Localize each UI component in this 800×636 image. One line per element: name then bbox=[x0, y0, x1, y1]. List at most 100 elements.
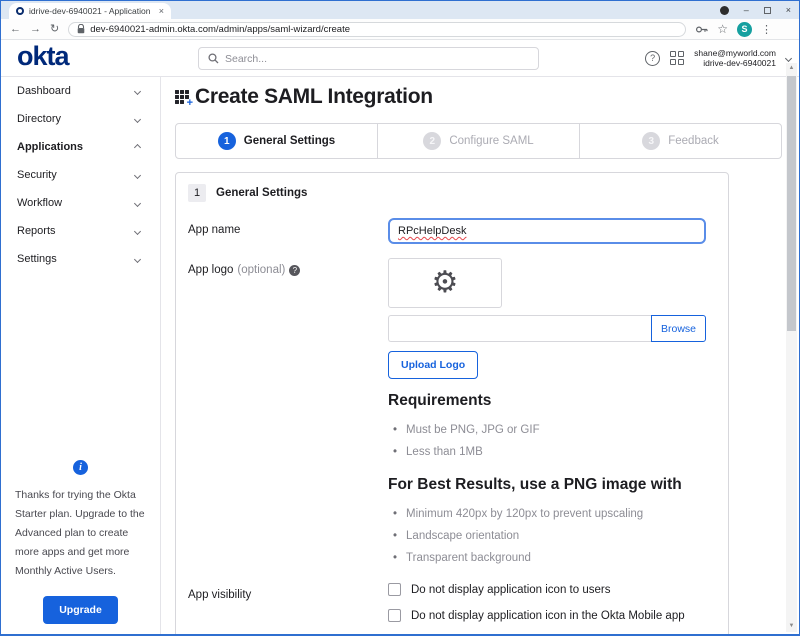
close-window-button[interactable]: × bbox=[786, 5, 791, 15]
list-item: • Minimum 420px by 120px to prevent upsc… bbox=[388, 503, 716, 525]
step-number: 1 bbox=[218, 132, 236, 150]
chevron-down-icon bbox=[134, 171, 141, 178]
step-label: Feedback bbox=[668, 135, 719, 147]
help-icon[interactable]: ? bbox=[645, 51, 660, 66]
bullet-icon: • bbox=[393, 503, 397, 525]
sidebar-item-settings[interactable]: Settings bbox=[1, 245, 160, 273]
app-name-input[interactable]: RPcHelpDesk bbox=[388, 218, 706, 244]
list-item: • Must be PNG, JPG or GIF bbox=[388, 419, 716, 441]
list-item: • Transparent background bbox=[388, 547, 716, 569]
chevron-down-icon bbox=[134, 115, 141, 122]
best-results-list: • Minimum 420px by 120px to prevent upsc… bbox=[388, 503, 716, 569]
step-label: General Settings bbox=[244, 135, 335, 147]
list-item: • Less than 1MB bbox=[388, 441, 716, 463]
step-label: Configure SAML bbox=[449, 135, 533, 147]
checkbox-label: Do not display application icon in the O… bbox=[411, 610, 685, 622]
checkbox[interactable] bbox=[388, 609, 401, 622]
user-email: shane@myworld.com bbox=[694, 48, 776, 59]
okta-header: okta Search... ? shane@myworld.com idriv… bbox=[1, 40, 799, 77]
sidebar-item-label: Applications bbox=[17, 141, 83, 153]
sidebar-item-dashboard[interactable]: Dashboard bbox=[1, 77, 160, 105]
record-dot-icon[interactable] bbox=[720, 6, 729, 15]
logo-preview-box: ⚙ bbox=[388, 258, 502, 308]
sidebar-item-label: Directory bbox=[17, 113, 61, 125]
tab-title: idrive-dev-6940021 - Application bbox=[29, 6, 154, 16]
create-app-icon: + bbox=[175, 90, 190, 105]
best-results-title: For Best Results, use a PNG image with bbox=[388, 476, 716, 494]
okta-favicon-icon bbox=[16, 7, 24, 15]
user-menu[interactable]: shane@myworld.com idrive-dev-6940021 bbox=[694, 48, 776, 69]
checkbox-label: Do not display application icon to users bbox=[411, 584, 610, 596]
app-visibility-label: App visibility bbox=[188, 583, 388, 634]
sidebar-item-applications[interactable]: Applications bbox=[1, 133, 160, 161]
sidebar-item-label: Settings bbox=[17, 253, 57, 265]
sidebar-item-label: Workflow bbox=[17, 197, 62, 209]
sidebar-item-directory[interactable]: Directory bbox=[1, 105, 160, 133]
browser-window: idrive-dev-6940021 - Application × – × ←… bbox=[0, 0, 800, 636]
requirements-title: Requirements bbox=[388, 392, 716, 410]
sidebar-item-label: Reports bbox=[17, 225, 56, 237]
app-name-row: App name RPcHelpDesk bbox=[188, 218, 716, 244]
padlock-icon bbox=[77, 24, 85, 34]
back-icon[interactable]: ← bbox=[10, 24, 21, 35]
bullet-icon: • bbox=[393, 525, 397, 547]
step-general-settings[interactable]: 1 General Settings bbox=[176, 124, 378, 158]
step-feedback[interactable]: 3 Feedback bbox=[580, 124, 781, 158]
page-scrollbar[interactable]: ▲ ▼ bbox=[786, 63, 797, 632]
chevron-up-icon bbox=[134, 143, 141, 150]
chevron-down-icon bbox=[134, 199, 141, 206]
upload-logo-button[interactable]: Upload Logo bbox=[388, 351, 478, 379]
scroll-down-icon[interactable]: ▼ bbox=[786, 621, 797, 632]
app-logo-optional-label: (optional) bbox=[237, 264, 285, 276]
scroll-up-icon[interactable]: ▲ bbox=[786, 63, 797, 74]
header-right-cluster: ? shane@myworld.com idrive-dev-6940021 bbox=[645, 40, 791, 76]
tooltip-help-icon[interactable]: ? bbox=[289, 265, 300, 276]
visibility-option-users[interactable]: Do not display application icon to users bbox=[388, 583, 716, 596]
step-number: 3 bbox=[642, 132, 660, 150]
sidebar-item-security[interactable]: Security bbox=[1, 161, 160, 189]
chevron-down-icon bbox=[134, 87, 141, 94]
gear-icon: ⚙ bbox=[432, 268, 459, 298]
reload-icon[interactable]: ↻ bbox=[50, 24, 59, 35]
checkbox[interactable] bbox=[388, 583, 401, 596]
browser-tab[interactable]: idrive-dev-6940021 - Application × bbox=[9, 3, 171, 19]
search-placeholder: Search... bbox=[225, 53, 267, 65]
chevron-down-icon[interactable] bbox=[785, 54, 792, 61]
okta-logo[interactable]: okta bbox=[17, 41, 69, 72]
page-title-row: + Create SAML Integration bbox=[175, 85, 785, 109]
scrollbar-thumb[interactable] bbox=[787, 76, 796, 331]
main-content: + Create SAML Integration 1 General Sett… bbox=[162, 77, 785, 634]
app-visibility-row: App visibility Do not display applicatio… bbox=[188, 583, 716, 634]
plan-note: Thanks for trying the Okta Starter plan.… bbox=[15, 486, 146, 581]
list-item: • Landscape orientation bbox=[388, 525, 716, 547]
app-logo-label: App logo bbox=[188, 264, 233, 276]
browser-menu-icon[interactable]: ⋮ bbox=[761, 23, 772, 36]
app-name-label: App name bbox=[188, 218, 388, 244]
minimize-button[interactable]: – bbox=[744, 5, 749, 15]
browse-button[interactable]: Browse bbox=[651, 315, 706, 342]
sidebar-item-workflow[interactable]: Workflow bbox=[1, 189, 160, 217]
key-icon[interactable] bbox=[695, 23, 708, 36]
global-search-input[interactable]: Search... bbox=[198, 47, 539, 70]
app-body: Dashboard Directory Applications Securit… bbox=[1, 77, 799, 634]
browser-toolbar: ← → ↻ dev-6940021-admin.okta.com/admin/a… bbox=[1, 19, 799, 40]
bookmark-star-icon[interactable]: ☆ bbox=[717, 22, 728, 36]
sidebar-item-reports[interactable]: Reports bbox=[1, 217, 160, 245]
panel-header: 1 General Settings bbox=[188, 184, 716, 202]
logo-file-input[interactable] bbox=[388, 315, 651, 342]
visibility-option-mobile[interactable]: Do not display application icon in the O… bbox=[388, 609, 716, 622]
chevron-down-icon bbox=[134, 227, 141, 234]
browser-titlebar: idrive-dev-6940021 - Application × – × bbox=[1, 1, 799, 19]
tab-close-icon[interactable]: × bbox=[159, 6, 164, 16]
browser-avatar[interactable]: S bbox=[737, 22, 752, 37]
wizard-steps: 1 General Settings 2 Configure SAML 3 Fe… bbox=[175, 123, 782, 159]
address-bar[interactable]: dev-6940021-admin.okta.com/admin/apps/sa… bbox=[68, 22, 686, 37]
plan-upsell-box: i Thanks for trying the Okta Starter pla… bbox=[1, 460, 160, 624]
forward-icon[interactable]: → bbox=[30, 24, 41, 35]
info-icon: i bbox=[73, 460, 88, 475]
step-configure-saml[interactable]: 2 Configure SAML bbox=[378, 124, 580, 158]
upgrade-button[interactable]: Upgrade bbox=[43, 596, 118, 624]
user-org: idrive-dev-6940021 bbox=[694, 58, 776, 69]
maximize-button[interactable] bbox=[764, 7, 771, 14]
apps-grid-icon[interactable] bbox=[670, 51, 684, 65]
